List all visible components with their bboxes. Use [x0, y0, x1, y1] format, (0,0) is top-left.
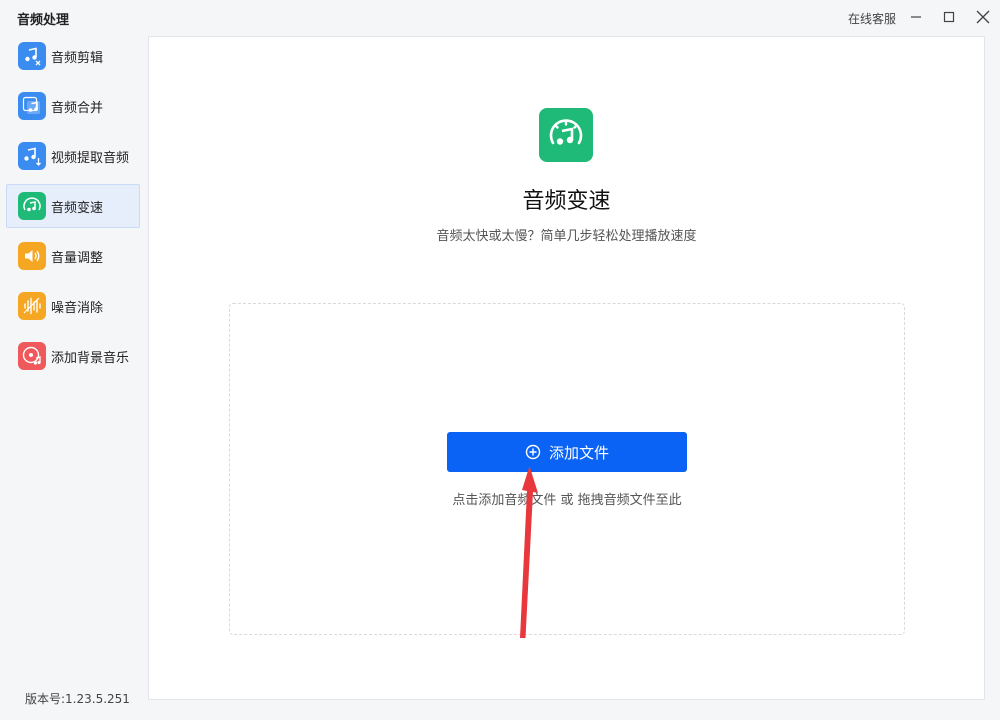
music-speed-icon	[18, 192, 46, 220]
main-panel: 音频变速 音频太快或太慢？简单几步轻松处理播放速度 添加文件 点击添加音频文件 …	[148, 36, 985, 700]
music-stack-icon	[18, 92, 46, 120]
sidebar: 音频剪辑 音频合并 视频提取音频 音频变速 音量调整 噪音消除 添加背景音乐	[6, 34, 140, 384]
sidebar-item-label: 音频变速	[51, 200, 104, 216]
sidebar-item-label: 音频剪辑	[51, 50, 104, 66]
disc-music-icon	[18, 342, 46, 370]
title-bar: 音频处理 在线客服	[0, 0, 1000, 36]
sidebar-item-label: 视频提取音频	[51, 150, 130, 166]
sidebar-item-label: 添加背景音乐	[51, 350, 130, 366]
speaker-volume-icon	[18, 242, 46, 270]
sidebar-item-audio-speed[interactable]: 音频变速	[6, 184, 140, 228]
version-label: 版本号:1.23.5.251	[25, 692, 130, 706]
music-extract-icon	[18, 142, 46, 170]
drop-hint: 点击添加音频文件 或 拖拽音频文件至此	[452, 493, 682, 508]
add-file-button[interactable]: 添加文件	[447, 432, 687, 472]
online-support-link[interactable]: 在线客服	[848, 10, 896, 27]
sidebar-item-noise-removal[interactable]: 噪音消除	[6, 284, 140, 328]
waveform-noise-icon	[18, 292, 46, 320]
page-description: 音频太快或太慢？简单几步轻松处理播放速度	[436, 229, 697, 244]
sidebar-item-label: 噪音消除	[51, 300, 104, 316]
close-icon	[976, 10, 990, 24]
sidebar-item-add-bgm[interactable]: 添加背景音乐	[6, 334, 140, 378]
sidebar-item-audio-merge[interactable]: 音频合并	[6, 84, 140, 128]
minimize-icon	[911, 16, 921, 18]
sidebar-item-label: 音量调整	[51, 250, 104, 266]
sidebar-item-label: 音频合并	[51, 100, 104, 116]
music-speed-icon	[539, 108, 593, 162]
add-file-button-label: 添加文件	[548, 443, 609, 462]
sidebar-item-audio-cut[interactable]: 音频剪辑	[6, 34, 140, 78]
maximize-button[interactable]	[938, 6, 960, 28]
app-title: 音频处理	[17, 13, 70, 28]
close-button[interactable]	[972, 6, 994, 28]
file-drop-zone[interactable]: 添加文件 点击添加音频文件 或 拖拽音频文件至此	[229, 303, 905, 635]
page-title: 音频变速	[522, 189, 611, 214]
sidebar-item-video-extract-audio[interactable]: 视频提取音频	[6, 134, 140, 178]
music-scissors-icon	[18, 42, 46, 70]
maximize-icon	[943, 11, 955, 23]
plus-circle-icon	[525, 444, 541, 460]
minimize-button[interactable]	[905, 6, 927, 28]
sidebar-item-volume-adjust[interactable]: 音量调整	[6, 234, 140, 278]
